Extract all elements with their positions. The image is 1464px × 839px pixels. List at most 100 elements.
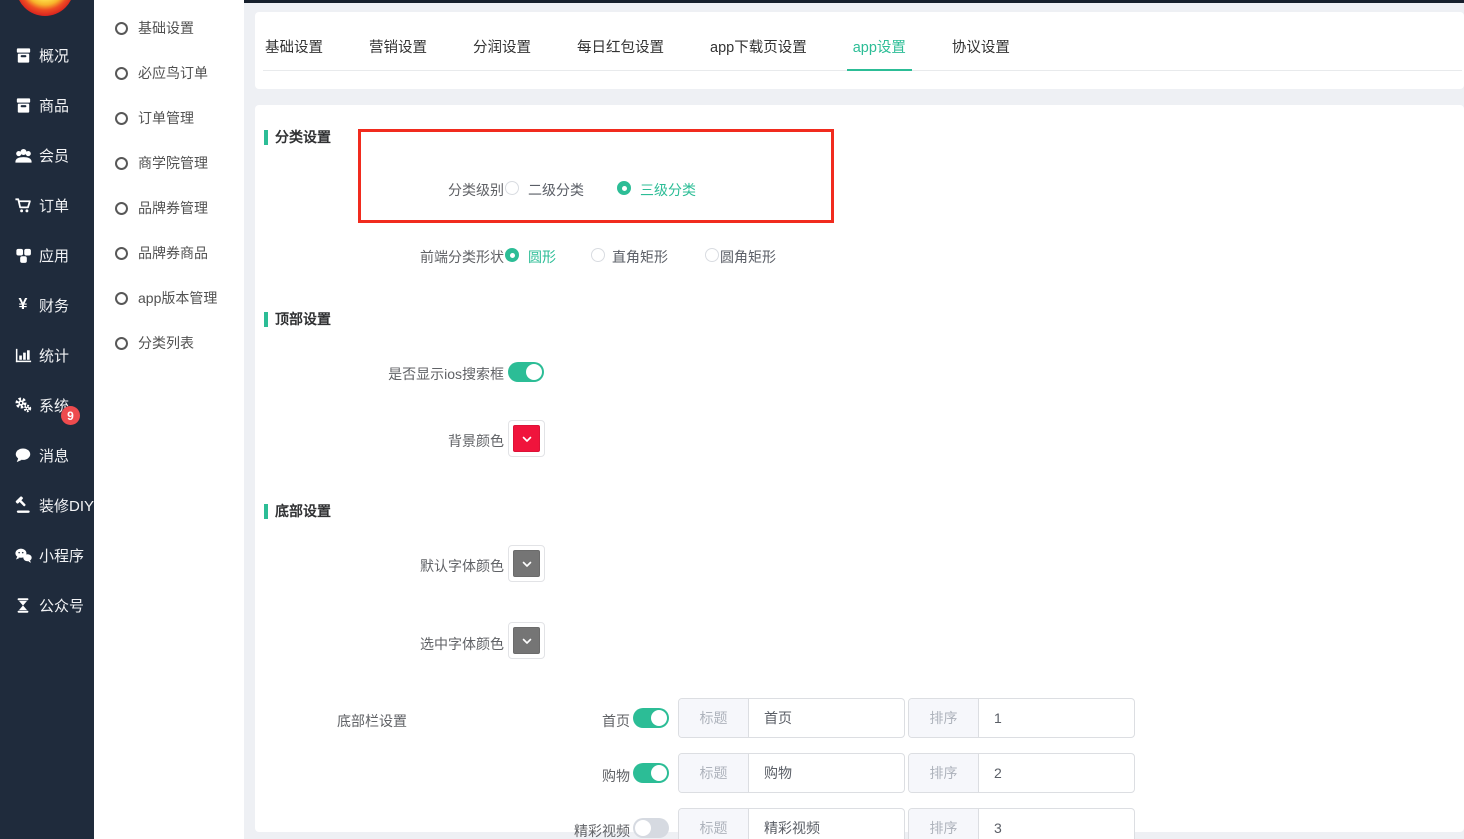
- submenu-item-biyingniao-orders[interactable]: 必应鸟订单: [94, 59, 244, 87]
- default-font-color-swatch: [513, 550, 540, 577]
- category-level-label: 分类级别: [344, 180, 504, 200]
- submenu-item-app-version[interactable]: app版本管理: [94, 284, 244, 312]
- section-title-category: 分类设置: [264, 127, 331, 147]
- sidebar-item-overview[interactable]: 概况: [0, 30, 94, 80]
- members-icon: [11, 145, 35, 165]
- circle-icon: [115, 67, 128, 80]
- bottom-bar-row-toggle-shopping[interactable]: [633, 763, 669, 783]
- sidebar-item-diy[interactable]: 装修DIY: [0, 480, 94, 530]
- sidebar-item-system[interactable]: 系统: [0, 380, 94, 430]
- bg-color-picker[interactable]: [508, 420, 545, 457]
- official-account-icon: [11, 595, 35, 615]
- tab-app-settings[interactable]: app设置: [851, 36, 908, 70]
- bottom-bar-row-toggle-home[interactable]: [633, 708, 669, 728]
- top-divider: [244, 0, 1464, 3]
- sidebar-item-label: 小程序: [39, 545, 84, 566]
- sort-prepend-label: 排序: [909, 699, 979, 737]
- radio-shape-rounded-rect-label[interactable]: 圆角矩形: [720, 247, 776, 267]
- title-input[interactable]: 购物: [749, 754, 904, 792]
- radio-shape-circle[interactable]: [505, 248, 519, 262]
- radio-level-3-label[interactable]: 三级分类: [640, 180, 696, 200]
- sort-prepend-label: 排序: [909, 754, 979, 792]
- sort-input[interactable]: 3: [979, 809, 1134, 839]
- sidebar-item-stats[interactable]: 统计: [0, 330, 94, 380]
- submenu-item-business-school[interactable]: 商学院管理: [94, 149, 244, 177]
- annotation-highlight-box: [358, 129, 834, 223]
- section-bar-icon: [264, 504, 268, 519]
- tab-profit-settings[interactable]: 分润设置: [471, 36, 533, 70]
- sidebar-item-official-account[interactable]: 公众号: [0, 580, 94, 630]
- messages-icon: [11, 445, 35, 465]
- bottom-bar-label: 底部栏设置: [247, 711, 407, 731]
- bottom-bar-row-toggle-video[interactable]: [633, 818, 669, 838]
- system-icon: [11, 395, 35, 415]
- section-bar-icon: [264, 312, 268, 327]
- submenu-item-basic-settings[interactable]: 基础设置: [94, 14, 244, 42]
- chevron-down-icon: [521, 433, 533, 445]
- section-bar-icon: [264, 130, 268, 145]
- tab-daily-redpacket[interactable]: 每日红包设置: [575, 36, 666, 70]
- bottom-bar-row-name: 精彩视频: [470, 821, 630, 839]
- selected-font-color-label: 选中字体颜色: [344, 634, 504, 654]
- title-prepend-label: 标题: [679, 809, 749, 839]
- tab-agreement-settings[interactable]: 协议设置: [950, 36, 1012, 70]
- radio-level-2-label[interactable]: 二级分类: [528, 180, 584, 200]
- tab-app-download-page[interactable]: app下载页设置: [708, 36, 809, 70]
- sidebar-item-goods[interactable]: 商品: [0, 80, 94, 130]
- submenu-item-category-list[interactable]: 分类列表: [94, 329, 244, 357]
- chevron-down-icon: [521, 635, 533, 647]
- default-font-color-picker[interactable]: [508, 545, 545, 582]
- sidebar-item-label: 统计: [39, 345, 69, 366]
- title-input[interactable]: 首页: [749, 699, 904, 737]
- sidebar-item-label: 装修DIY: [39, 495, 94, 516]
- sort-input[interactable]: 2: [979, 754, 1134, 792]
- sidebar-item-label: 订单: [39, 195, 69, 216]
- submenu-item-brand-coupon-goods[interactable]: 品牌券商品: [94, 239, 244, 267]
- sort-prepend-label: 排序: [909, 809, 979, 839]
- sidebar-item-label: 应用: [39, 245, 69, 266]
- title-input-group: 标题 购物: [678, 753, 905, 793]
- orders-icon: [11, 195, 35, 215]
- title-input[interactable]: 精彩视频: [749, 809, 904, 839]
- section-title-bottom: 底部设置: [264, 501, 331, 521]
- sidebar-item-apps[interactable]: 应用: [0, 230, 94, 280]
- submenu-item-brand-coupon-management[interactable]: 品牌券管理: [94, 194, 244, 222]
- miniprogram-icon: [11, 545, 35, 565]
- bottom-bar-row-name: 购物: [470, 766, 630, 786]
- selected-font-color-picker[interactable]: [508, 622, 545, 659]
- sidebar-item-label: 公众号: [39, 595, 84, 616]
- main-sidebar: 概况 商品 会员 订单 应用 ¥ 财务 统计: [0, 0, 94, 839]
- circle-icon: [115, 22, 128, 35]
- title-input-group: 标题 首页: [678, 698, 905, 738]
- radio-shape-rounded-rect[interactable]: [705, 248, 719, 262]
- settings-tabs: 基础设置 营销设置 分润设置 每日红包设置 app下载页设置 app设置 协议设…: [263, 12, 1462, 71]
- sidebar-item-label: 概况: [39, 45, 69, 66]
- settings-submenu: 基础设置 必应鸟订单 订单管理 商学院管理 品牌券管理 品牌券商品 app版本管…: [94, 0, 244, 839]
- radio-shape-rect[interactable]: [591, 248, 605, 262]
- sidebar-item-label: 财务: [39, 295, 69, 316]
- sort-input-group: 排序 2: [908, 753, 1135, 793]
- finance-icon: ¥: [11, 295, 35, 315]
- ios-search-toggle[interactable]: [508, 362, 544, 382]
- radio-shape-rect-label[interactable]: 直角矩形: [612, 247, 668, 267]
- sort-input-group: 排序 1: [908, 698, 1135, 738]
- sidebar-item-label: 会员: [39, 145, 69, 166]
- ios-search-label: 是否显示ios搜索框: [344, 364, 504, 384]
- messages-badge: 9: [61, 406, 80, 425]
- app-settings-panel: 分类设置 分类级别 二级分类 三级分类 前端分类形状 圆形 直角矩形 圆角矩形 …: [255, 105, 1464, 832]
- sidebar-item-members[interactable]: 会员: [0, 130, 94, 180]
- sidebar-item-orders[interactable]: 订单: [0, 180, 94, 230]
- sidebar-item-miniprogram[interactable]: 小程序: [0, 530, 94, 580]
- sidebar-item-finance[interactable]: ¥ 财务: [0, 280, 94, 330]
- stats-icon: [11, 345, 35, 365]
- bg-color-label: 背景颜色: [344, 431, 504, 451]
- sort-input[interactable]: 1: [979, 699, 1134, 737]
- bg-color-swatch: [513, 425, 540, 452]
- submenu-item-order-management[interactable]: 订单管理: [94, 104, 244, 132]
- radio-shape-circle-label[interactable]: 圆形: [528, 247, 556, 267]
- tab-marketing-settings[interactable]: 营销设置: [367, 36, 429, 70]
- sidebar-item-messages[interactable]: 9 消息: [0, 430, 94, 480]
- radio-level-2[interactable]: [505, 181, 519, 195]
- tab-basic-settings[interactable]: 基础设置: [263, 36, 325, 70]
- radio-level-3[interactable]: [617, 181, 631, 195]
